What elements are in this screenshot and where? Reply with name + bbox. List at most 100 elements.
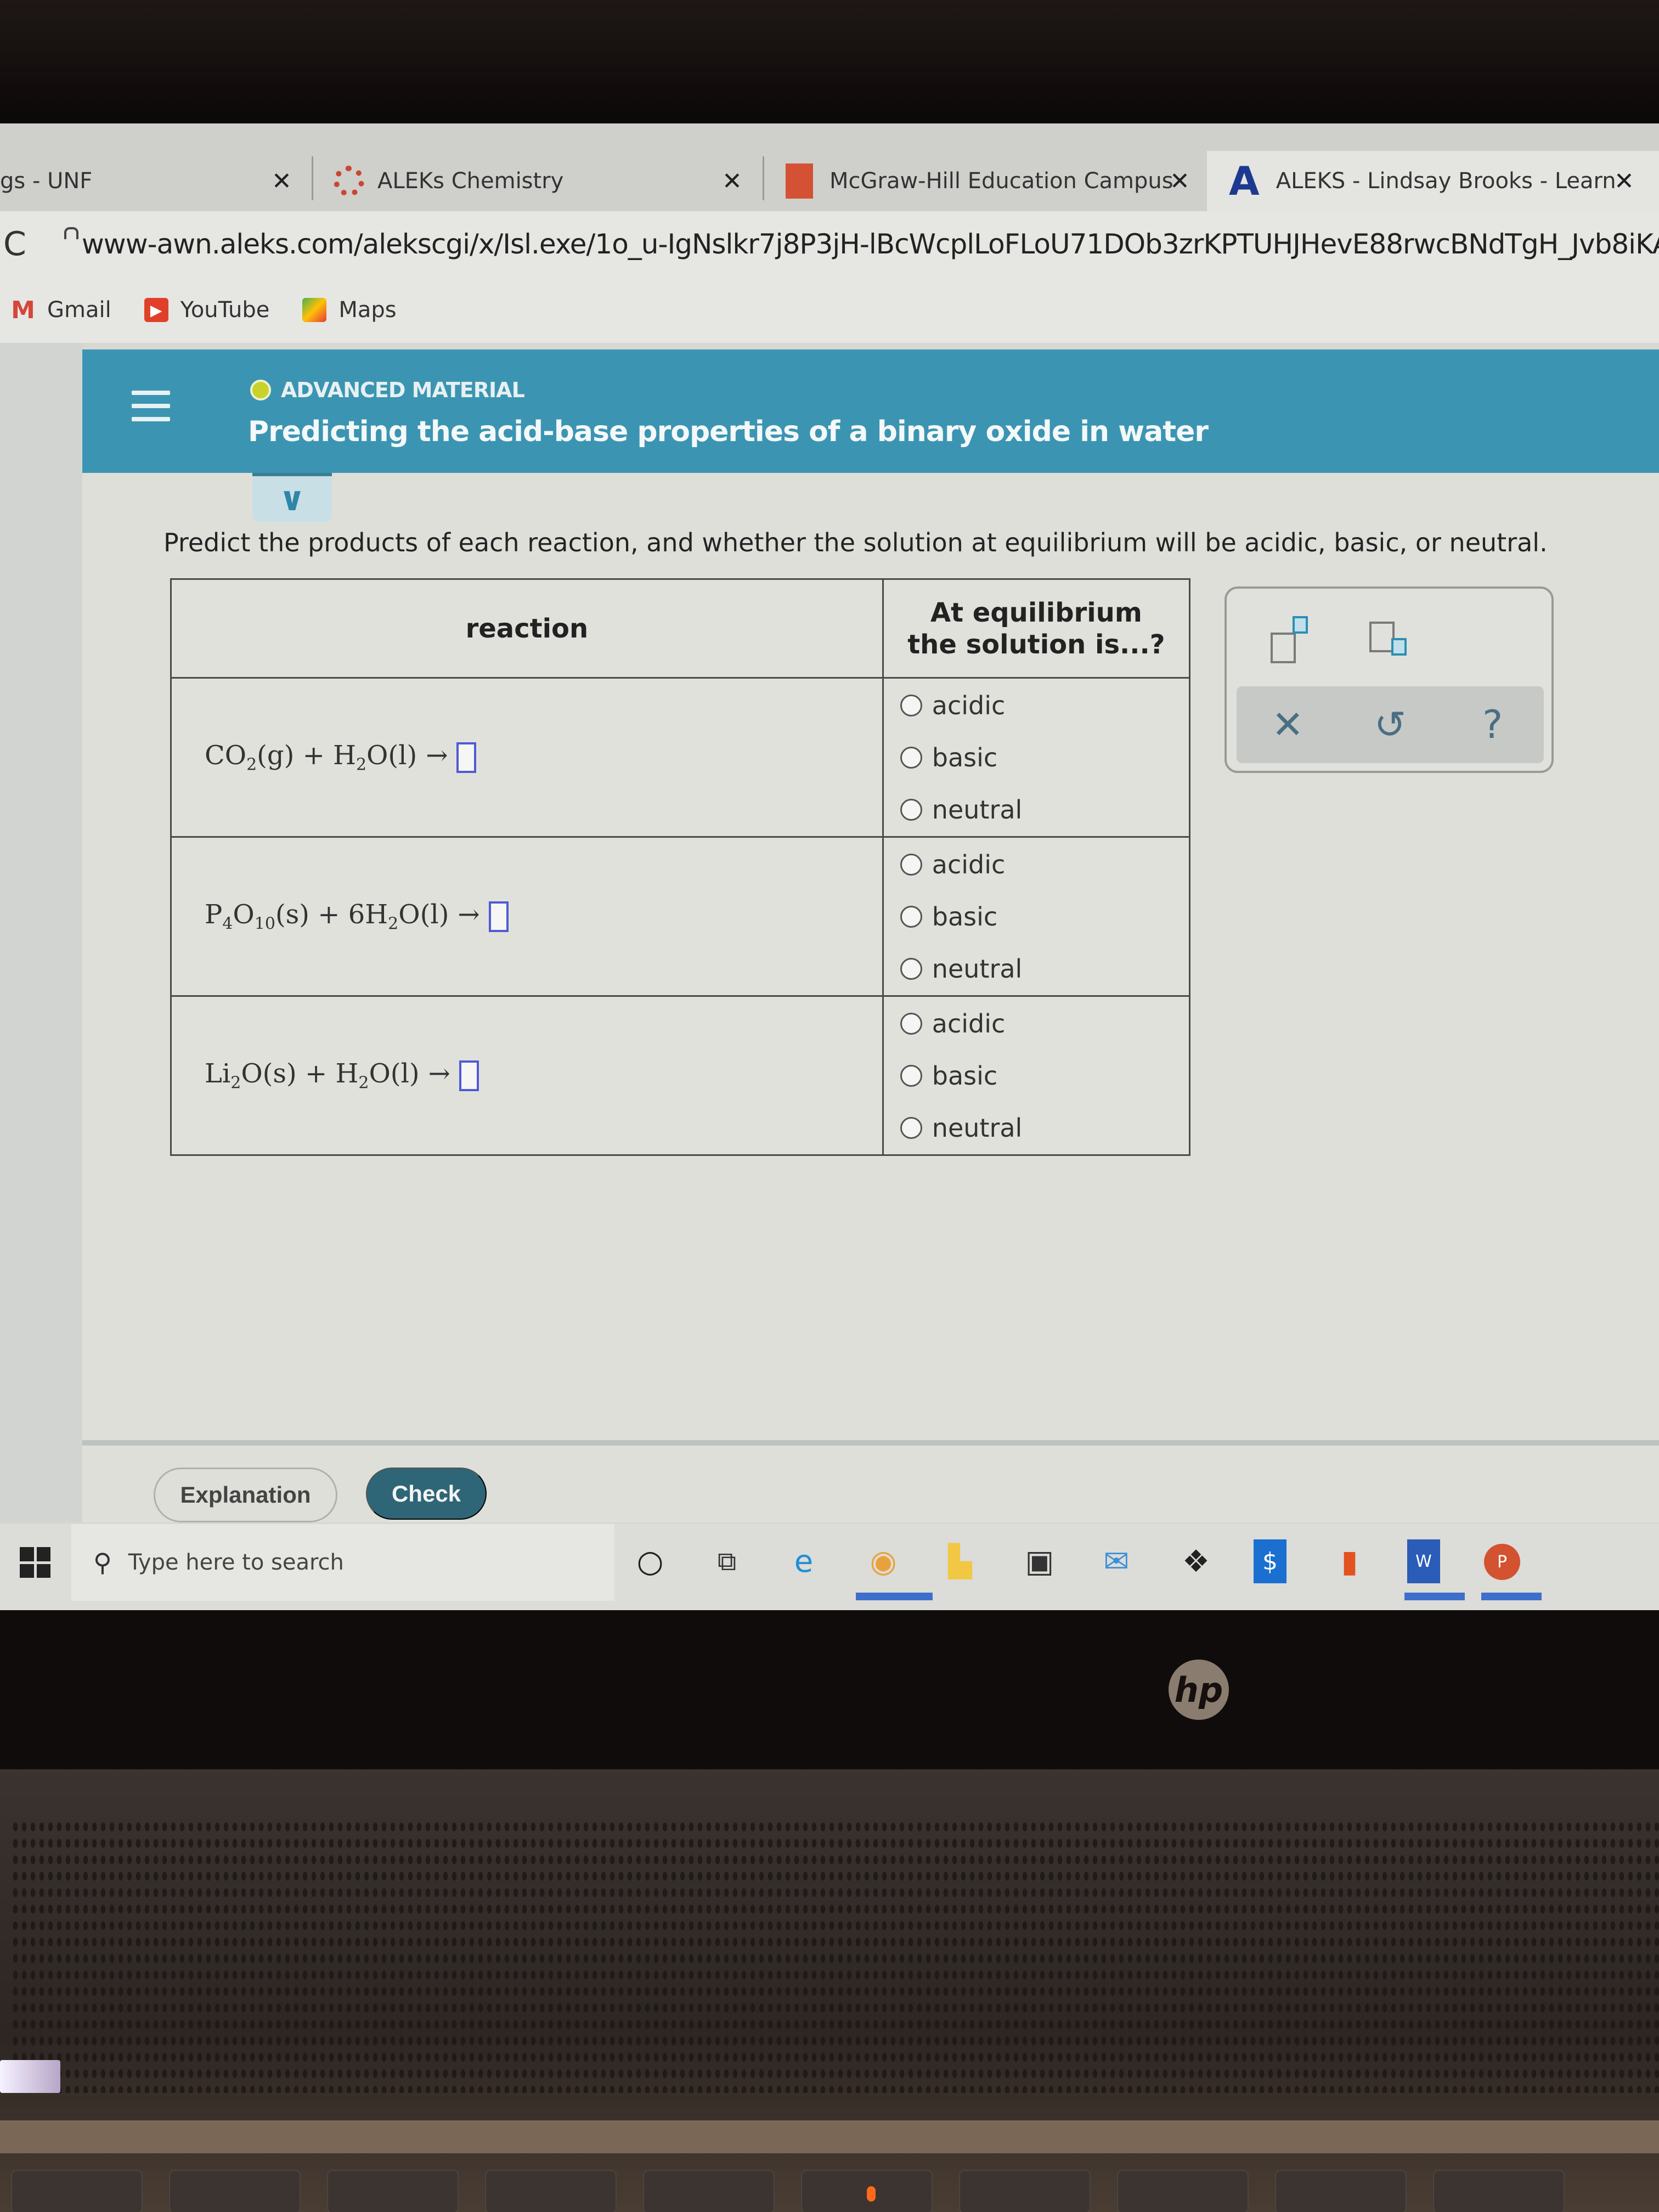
explanation-button[interactable]: Explanation (154, 1468, 337, 1522)
formula-state: O(s) (241, 1058, 297, 1090)
powerpoint-icon[interactable]: P (1484, 1544, 1520, 1580)
radio-button[interactable] (900, 1116, 922, 1139)
bookmark-youtube[interactable]: ▶ YouTube (144, 297, 269, 323)
function-key[interactable] (1117, 2170, 1249, 2212)
close-icon[interactable]: ✕ (1614, 167, 1634, 195)
product-answer-box[interactable] (488, 901, 509, 932)
address-bar: C www-awn.aleks.com/alekscgi/x/Isl.exe/1… (0, 211, 1659, 277)
equilibrium-options: acidic basic neutral (882, 677, 1191, 838)
reload-icon[interactable]: C (3, 225, 26, 263)
aleks-a-favicon-icon: A (1229, 158, 1260, 204)
url-field[interactable]: www-awn.aleks.com/alekscgi/x/Isl.exe/1o_… (82, 228, 1659, 260)
option-neutral[interactable]: neutral (900, 1102, 1189, 1154)
function-key[interactable] (485, 2170, 617, 2212)
radio-button[interactable] (900, 746, 922, 769)
mail-icon[interactable]: ✉ (1097, 1539, 1136, 1583)
product-answer-box[interactable] (459, 1060, 479, 1091)
option-label: neutral (932, 794, 1023, 825)
option-acidic[interactable]: acidic (900, 679, 1189, 731)
equilibrium-options: acidic basic neutral (882, 836, 1191, 997)
word-active-indicator (1404, 1593, 1465, 1600)
tab-mcgraw-hill[interactable]: McGraw-Hill Education Campus ✕ (786, 151, 1203, 211)
task-view-icon[interactable]: ⧉ (708, 1539, 746, 1583)
power-automate-icon[interactable]: $ (1254, 1539, 1286, 1583)
microsoft-store-icon[interactable]: ▣ (1020, 1539, 1059, 1583)
question-area: Predict the products of each reaction, a… (82, 473, 1659, 1522)
collapse-chevron-icon[interactable]: ∨ (252, 473, 332, 522)
radio-button[interactable] (900, 957, 922, 980)
undo-icon[interactable]: ↺ (1357, 702, 1423, 747)
chrome-icon[interactable]: ◉ (864, 1539, 902, 1583)
formula-subscript: 2 (246, 755, 257, 775)
taskbar-search[interactable]: ⚲ Type here to search (71, 1524, 614, 1601)
radio-button[interactable] (900, 798, 922, 821)
option-acidic[interactable]: acidic (900, 997, 1189, 1049)
function-key[interactable] (327, 2170, 459, 2212)
option-acidic[interactable]: acidic (900, 838, 1189, 890)
menu-hamburger-icon[interactable] (132, 391, 170, 430)
formula-part: O(l) (398, 899, 449, 930)
tab-unf[interactable]: gs - UNF ✕ (0, 151, 307, 211)
table-row: Li2O(s) + H2O(l) → acidic basic neutral (170, 995, 1191, 1156)
tab-separator (312, 156, 313, 200)
formula-state: (s) (275, 899, 310, 930)
edge-icon[interactable]: e (785, 1539, 823, 1583)
function-key[interactable] (959, 2170, 1091, 2212)
option-basic[interactable]: basic (900, 890, 1189, 943)
function-key[interactable] (11, 2170, 143, 2212)
close-icon[interactable]: ✕ (1170, 167, 1190, 195)
function-key[interactable] (1433, 2170, 1565, 2212)
bookmark-gmail[interactable]: M Gmail (11, 296, 111, 324)
radio-button[interactable] (900, 694, 922, 716)
bookmark-maps[interactable]: Maps (302, 297, 397, 323)
cortana-icon[interactable]: ○ (631, 1539, 669, 1583)
clear-icon[interactable]: ✕ (1255, 702, 1321, 747)
option-label: acidic (932, 1008, 1006, 1039)
formula-part: O(l) (366, 740, 417, 771)
close-icon[interactable]: ✕ (722, 167, 742, 195)
option-neutral[interactable]: neutral (900, 943, 1189, 995)
reaction-arrow-icon: → (458, 899, 480, 930)
option-neutral[interactable]: neutral (900, 783, 1189, 836)
topic-header: ADVANCED MATERIAL Predicting the acid-ba… (82, 349, 1659, 473)
product-answer-box[interactable] (456, 742, 477, 773)
formula-subscript: 2 (356, 755, 367, 775)
tab-aleks-learn[interactable]: A ALEKS - Lindsay Brooks - Learn ✕ (1207, 151, 1659, 211)
function-key[interactable] (169, 2170, 301, 2212)
windows-start-icon[interactable] (20, 1547, 50, 1578)
radio-button[interactable] (900, 1064, 922, 1087)
function-key[interactable] (643, 2170, 775, 2212)
tab-aleks-chemistry[interactable]: ALEKs Chemistry ✕ (334, 151, 756, 211)
laptop-bottom-bezel: hp (0, 1610, 1659, 1769)
help-icon[interactable]: ? (1460, 702, 1526, 747)
word-icon[interactable]: W (1407, 1539, 1440, 1583)
formula-part: O (233, 899, 255, 930)
option-label: acidic (932, 690, 1006, 720)
radio-button[interactable] (900, 1012, 922, 1035)
formula-part: 6H (348, 899, 388, 930)
formula-subscript: 2 (230, 1073, 241, 1093)
topic-status-label: ADVANCED MATERIAL (281, 378, 525, 402)
file-explorer-icon[interactable]: ▙ (941, 1539, 979, 1583)
power-button-icon[interactable] (0, 2060, 60, 2093)
bookmark-label: Maps (338, 297, 397, 323)
tab-separator (763, 156, 764, 200)
function-key[interactable] (1275, 2170, 1407, 2212)
search-placeholder: Type here to search (128, 1550, 344, 1575)
dropbox-icon[interactable]: ❖ (1177, 1539, 1215, 1583)
math-tool-palette: ✕ ↺ ? (1224, 586, 1554, 773)
tab-label: McGraw-Hill Education Campus (830, 168, 1173, 194)
superscript-tool-icon[interactable] (1260, 616, 1314, 671)
check-button[interactable]: Check (366, 1468, 487, 1520)
radio-button[interactable] (900, 853, 922, 876)
subscript-tool-icon[interactable] (1364, 616, 1419, 671)
office-icon[interactable]: ▮ (1330, 1539, 1369, 1583)
plus-sign: + (294, 740, 334, 771)
option-basic[interactable]: basic (900, 731, 1189, 783)
close-icon[interactable]: ✕ (272, 167, 292, 195)
bookmarks-bar: M Gmail ▶ YouTube Maps (0, 277, 1659, 343)
option-basic[interactable]: basic (900, 1049, 1189, 1102)
footer-divider (82, 1440, 1659, 1446)
radio-button[interactable] (900, 905, 922, 928)
table-row: CO2(g) + H2O(l) → acidic basic neutral (170, 677, 1191, 838)
